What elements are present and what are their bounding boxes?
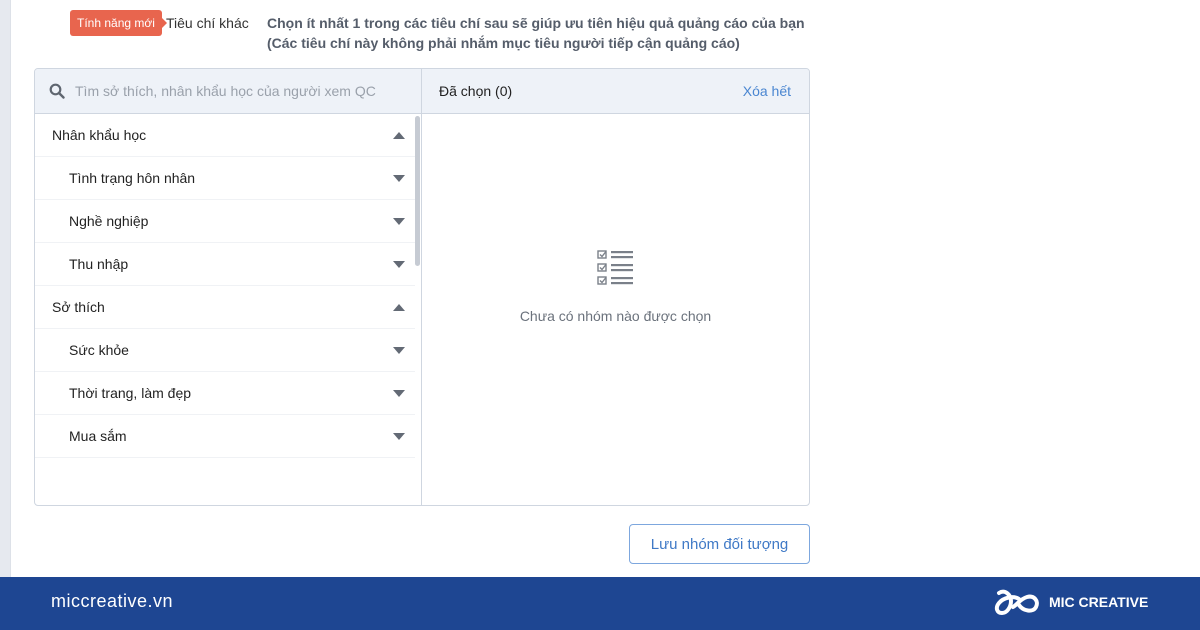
caret-down-icon[interactable] [393,174,405,182]
category-item[interactable]: Nghề nghiệp [35,200,415,243]
selected-header: Đã chọn (0) Xóa hết [422,69,809,114]
category-item[interactable]: Thời trang, làm đẹp [35,372,415,415]
category-item[interactable]: Thu nhập [35,243,415,286]
caret-down-icon[interactable] [393,217,405,225]
checklist-icon [596,250,633,285]
footer-brand-name: MIC CREATIVE [1049,594,1149,610]
new-feature-badge: Tính năng mới [70,10,167,36]
category-group[interactable]: Nhân khẩu học [35,114,415,157]
category-browser: Nhân khẩu học Tình trạng hôn nhân Nghề ngh… [35,69,422,505]
category-item[interactable]: Mua sắm [35,415,415,458]
search-input[interactable] [75,83,395,99]
caret-down-icon[interactable] [393,346,405,354]
description-line-2: (Các tiêu chí này không phải nhắm mục ti… [267,35,740,51]
criteria-header: Tính năng mới Tiêu chí khác Chọn ít nhất… [0,0,1200,60]
category-item[interactable]: Tình trạng hôn nhân [35,157,415,200]
caret-up-icon[interactable] [393,303,405,311]
search-bar [35,69,421,114]
category-label: Nghề nghiệp [69,213,149,229]
category-list: Nhân khẩu học Tình trạng hôn nhân Nghề ngh… [35,114,415,505]
left-sidebar-edge [0,0,11,577]
category-label: Mua sắm [69,428,127,444]
selected-panel: Đã chọn (0) Xóa hết Chưa có nhóm nào đượ… [422,69,809,505]
caret-down-icon[interactable] [393,432,405,440]
clear-all-link[interactable]: Xóa hết [743,83,791,99]
category-label: Nhân khẩu học [52,127,147,143]
category-label: Thời trang, làm đẹp [69,385,192,401]
category-label: Sở thích [52,299,105,315]
empty-state-text: Chưa có nhóm nào được chọn [519,308,712,324]
selected-count-title: Đã chọn (0) [439,83,513,99]
save-audience-button[interactable]: Lưu nhóm đối tượng [629,524,810,564]
caret-down-icon[interactable] [393,260,405,268]
empty-state: Chưa có nhóm nào được chọn [422,249,809,324]
search-icon [49,83,65,99]
category-label: Sức khỏe [69,342,129,358]
category-item[interactable]: Sức khỏe [35,329,415,372]
infinity-knot-logo-icon [994,589,1039,616]
brand-logo: MIC CREATIVE [993,587,1148,617]
category-label: Tình trạng hôn nhân [69,170,196,186]
criteria-label: Tiêu chí khác [166,15,249,31]
footer-website: miccreative.vn [51,591,174,611]
category-group[interactable]: Sở thích [35,286,415,329]
caret-up-icon[interactable] [393,131,405,139]
criteria-description: Chọn ít nhất 1 trong các tiêu chí sau sẽ… [267,13,805,53]
category-label: Thu nhập [69,256,129,272]
scrollbar[interactable] [415,116,420,266]
caret-down-icon[interactable] [393,389,405,397]
footer-banner: miccreative.vn MIC CREATIVE [0,577,1200,630]
audience-picker-panel: Nhân khẩu học Tình trạng hôn nhân Nghề ngh… [34,68,810,506]
description-line-1: Chọn ít nhất 1 trong các tiêu chí sau sẽ… [267,15,805,31]
